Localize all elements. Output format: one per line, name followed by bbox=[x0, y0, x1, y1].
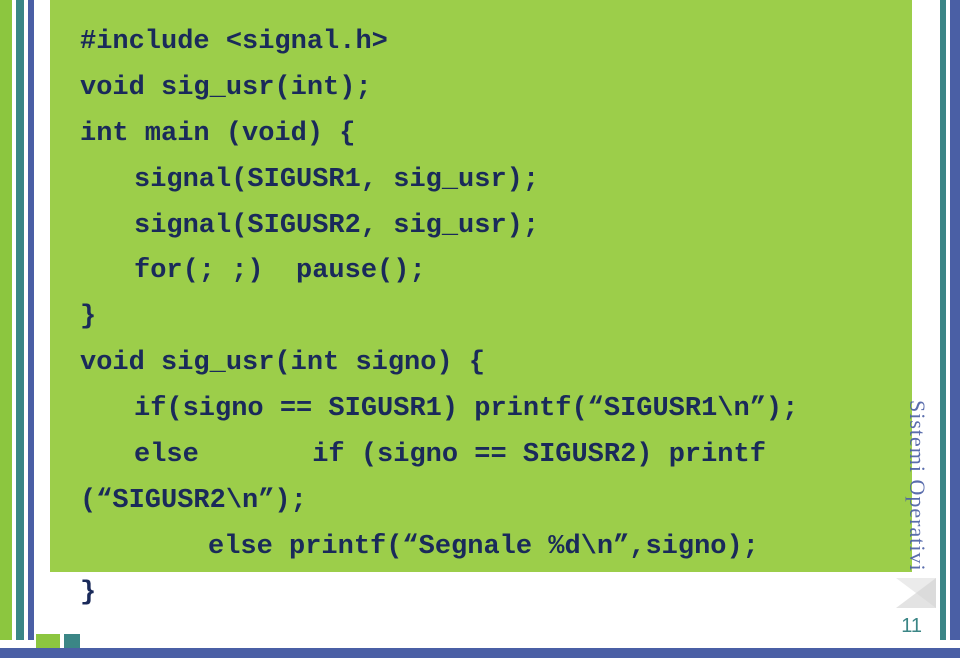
code-line: for(; ;) pause(); bbox=[80, 249, 882, 295]
accent-stripe bbox=[16, 0, 24, 640]
sidebar-title: Sistemi Operativi bbox=[904, 400, 930, 572]
code-line: else if (signo == SIGUSR2) printf bbox=[80, 433, 882, 479]
code-line: else printf(“Segnale %d\n”,signo); bbox=[80, 525, 882, 571]
accent-stripe bbox=[950, 0, 960, 640]
code-line: (“SIGUSR2\n”); bbox=[80, 479, 882, 525]
code-block: #include <signal.h> void sig_usr(int); i… bbox=[50, 0, 912, 572]
code-line: } bbox=[80, 295, 882, 341]
slide: #include <signal.h> void sig_usr(int); i… bbox=[0, 0, 960, 658]
code-line: #include <signal.h> bbox=[80, 20, 882, 66]
page-number: 11 bbox=[901, 615, 922, 638]
code-line: int main (void) { bbox=[80, 112, 882, 158]
code-line: void sig_usr(int); bbox=[80, 66, 882, 112]
bottom-accent-bar bbox=[0, 648, 960, 658]
accent-stripe bbox=[28, 0, 34, 640]
accent-square bbox=[64, 634, 80, 648]
page-curl-icon bbox=[896, 578, 936, 608]
code-line: signal(SIGUSR2, sig_usr); bbox=[80, 204, 882, 250]
code-line: signal(SIGUSR1, sig_usr); bbox=[80, 158, 882, 204]
code-line: if(signo == SIGUSR1) printf(“SIGUSR1\n”)… bbox=[80, 387, 882, 433]
code-line: void sig_usr(int signo) { bbox=[80, 341, 882, 387]
accent-stripe bbox=[940, 0, 946, 640]
accent-square bbox=[36, 634, 60, 648]
accent-stripe bbox=[0, 0, 12, 640]
code-text bbox=[199, 440, 312, 470]
code-text: if (signo == SIGUSR2) printf bbox=[312, 440, 766, 470]
code-text: else bbox=[80, 440, 199, 470]
code-line: } bbox=[80, 571, 882, 617]
